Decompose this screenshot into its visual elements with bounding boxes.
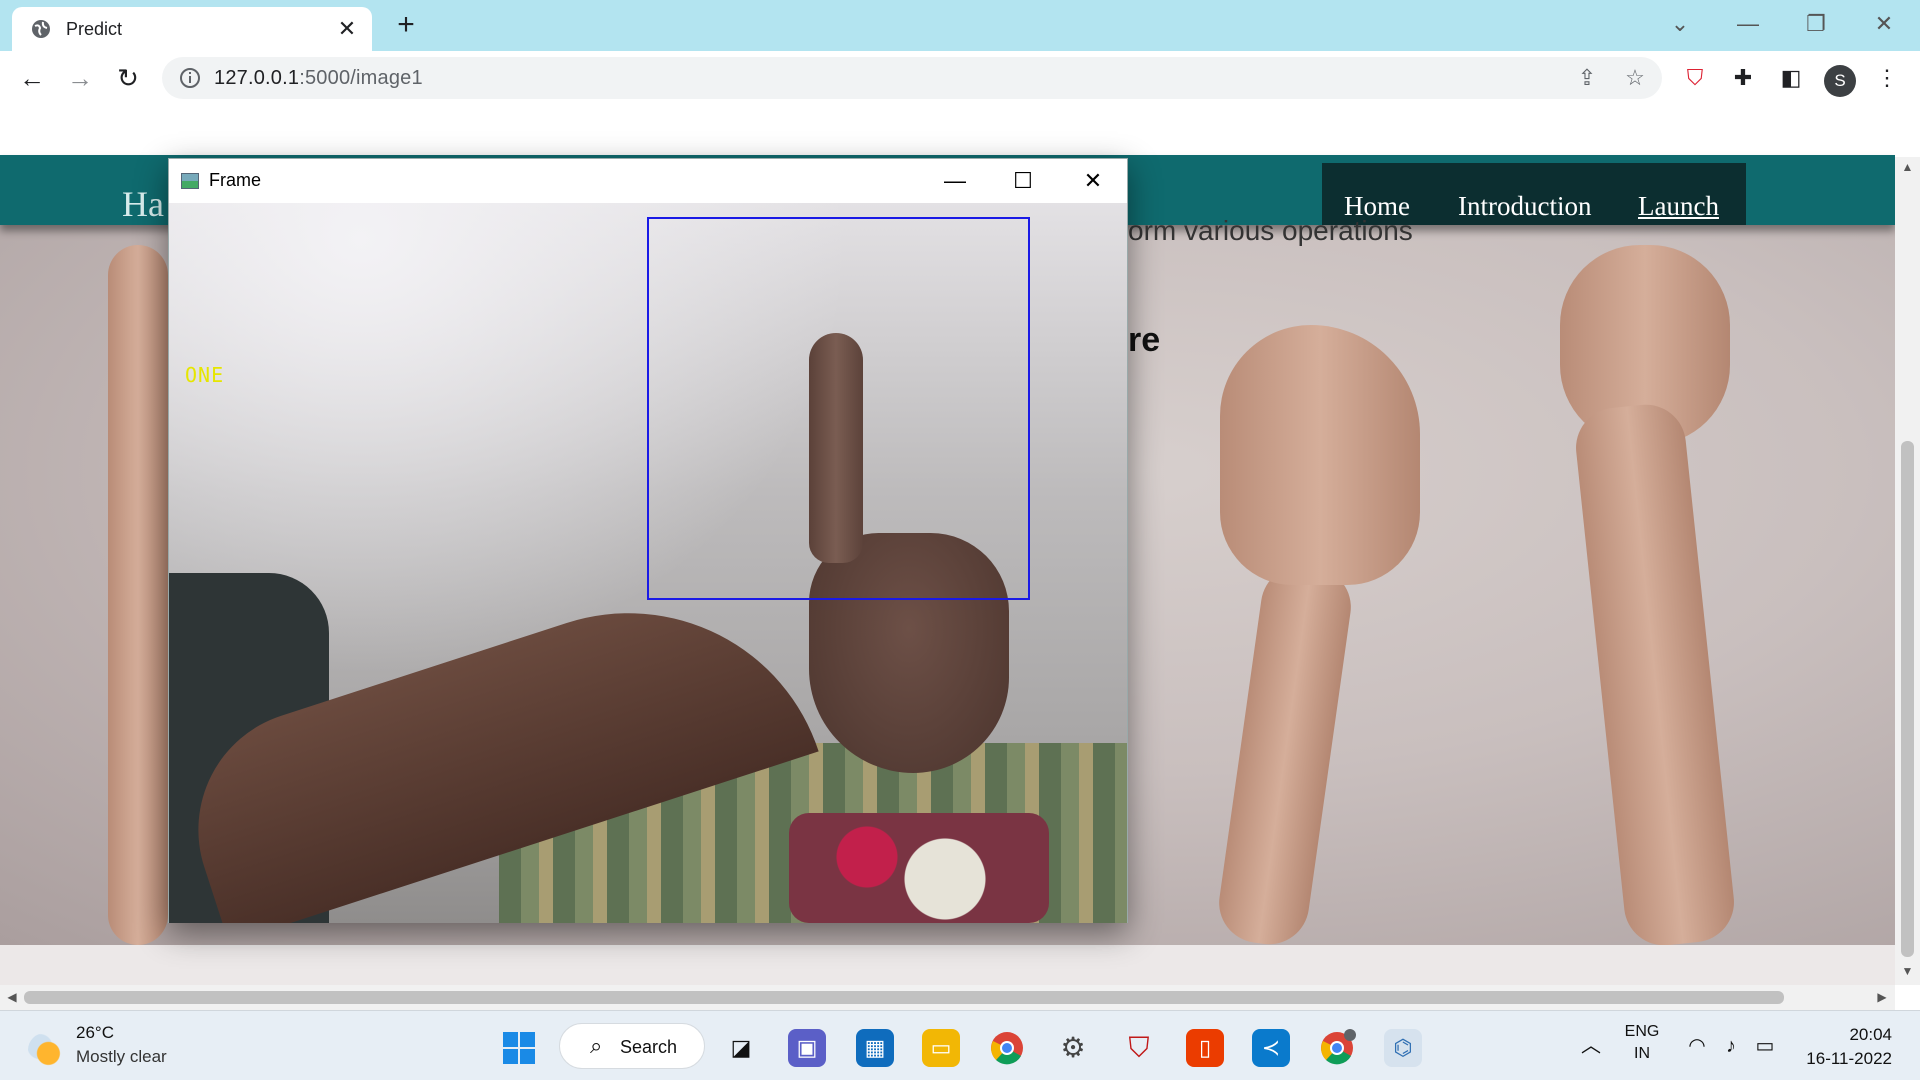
wifi-icon[interactable]: ◠	[1684, 1033, 1710, 1059]
volume-icon[interactable]: ♪	[1718, 1033, 1744, 1059]
browser-tab[interactable]: Predict ✕	[12, 7, 372, 51]
globe-icon	[32, 20, 50, 38]
tab-search-chevron-icon[interactable]: ⌄	[1652, 6, 1708, 42]
task-view-icon[interactable]: ◪	[722, 1029, 760, 1067]
reload-icon[interactable]: ↻	[112, 62, 144, 94]
frame-maximize-icon[interactable]: ☐	[989, 159, 1057, 203]
chrome-profile-icon[interactable]	[1318, 1029, 1356, 1067]
search-label: Search	[620, 1037, 678, 1057]
show-hidden-icons-chevron-icon[interactable]: ︿	[1578, 1033, 1604, 1059]
side-panel-icon[interactable]: ◧	[1776, 63, 1806, 93]
close-window-icon[interactable]: ✕	[1856, 6, 1912, 42]
office-icon[interactable]: ▯	[1186, 1029, 1224, 1067]
frame-minimize-icon[interactable]: —	[921, 159, 989, 203]
settings-gear-icon[interactable]: ⚙	[1054, 1029, 1092, 1067]
page-description-text: orm various operations	[1128, 215, 1413, 246]
profile-avatar[interactable]: S	[1824, 65, 1856, 97]
search-icon: ⌕	[590, 1033, 603, 1058]
frame-window[interactable]: Frame — ☐ ✕ ONE	[168, 158, 1128, 923]
scroll-left-arrow-icon[interactable]: ◀	[2, 985, 22, 1010]
site-title: Ha	[122, 184, 164, 224]
prediction-label: ONE	[185, 363, 225, 387]
weather-temperature[interactable]: 26°C	[76, 1023, 114, 1043]
roi-bounding-box	[647, 217, 1030, 600]
vertical-scrollbar[interactable]: ▲ ▼	[1895, 157, 1920, 985]
url-host: 127.0.0.1	[214, 67, 300, 89]
scroll-up-arrow-icon[interactable]: ▲	[1895, 157, 1920, 177]
tab-close-icon[interactable]: ✕	[334, 16, 360, 42]
page-footer-strip	[0, 945, 1895, 985]
bookmark-star-icon[interactable]: ☆	[1622, 65, 1648, 91]
nav-link-launch[interactable]: Launch	[1638, 191, 1719, 222]
tab-title: Predict	[66, 19, 123, 39]
puzzle-extensions-icon[interactable]: ✚	[1728, 63, 1758, 93]
vertical-scroll-thumb[interactable]	[1901, 441, 1914, 957]
back-arrow-icon[interactable]: ←	[16, 62, 48, 94]
teams-chat-icon[interactable]: ▣	[788, 1029, 826, 1067]
browser-toolbar: ← → ↻ 127.0.0.1:5000/image1 ⇪ ☆ ⛉ ✚ ◧ S …	[0, 51, 1920, 105]
minimize-icon[interactable]: —	[1720, 6, 1776, 42]
new-tab-plus-icon[interactable]: +	[390, 10, 422, 42]
background-hand-ok	[1220, 325, 1420, 585]
clock-time: 20:04	[1849, 1025, 1892, 1044]
language-line1[interactable]: ENG	[1620, 1023, 1664, 1041]
horizontal-scroll-thumb[interactable]	[24, 991, 1784, 1004]
scroll-right-arrow-icon[interactable]: ▶	[1872, 985, 1892, 1010]
nav-link-introduction[interactable]: Introduction	[1458, 191, 1591, 222]
mcafee-shield-icon[interactable]: ⛉	[1120, 1029, 1158, 1067]
taskbar: 26°C Mostly clear ⌕ Search ◪ ▣ ▦ ▭ ⚙ ⛉ ▯…	[0, 1010, 1920, 1080]
weather-partly-clear-icon[interactable]	[28, 1033, 62, 1067]
address-bar[interactable]: 127.0.0.1:5000/image1 ⇪ ☆	[162, 57, 1662, 99]
camera-pillow	[789, 813, 1049, 923]
url-text[interactable]: 127.0.0.1:5000/image1	[214, 67, 423, 90]
microsoft-store-icon[interactable]: ▦	[856, 1029, 894, 1067]
frame-title: Frame	[209, 170, 262, 190]
chrome-icon[interactable]	[988, 1029, 1026, 1067]
clock-date: 16-11-2022	[1806, 1049, 1892, 1068]
frame-close-icon[interactable]: ✕	[1059, 159, 1127, 203]
windows-start-icon[interactable]	[500, 1029, 538, 1067]
python-icon[interactable]: ⌬	[1384, 1029, 1422, 1067]
file-explorer-icon[interactable]: ▭	[922, 1029, 960, 1067]
extension-pocket-icon[interactable]: ⛉	[1680, 63, 1710, 93]
frame-app-icon	[181, 173, 199, 189]
restore-icon[interactable]: ❐	[1788, 6, 1844, 42]
camera-feed: ONE	[169, 203, 1127, 923]
taskbar-search[interactable]: ⌕ Search	[559, 1023, 705, 1069]
weather-description[interactable]: Mostly clear	[76, 1047, 167, 1067]
page-heading-text: re	[1128, 321, 1161, 359]
share-icon[interactable]: ⇪	[1574, 65, 1600, 91]
kebab-menu-icon[interactable]: ⋮	[1872, 63, 1902, 93]
system-clock[interactable]: 20:04 16-11-2022	[1782, 1023, 1892, 1071]
vscode-icon[interactable]: ≺	[1252, 1029, 1290, 1067]
scroll-down-arrow-icon[interactable]: ▼	[1895, 961, 1920, 981]
language-line2[interactable]: IN	[1620, 1045, 1664, 1063]
battery-charging-icon[interactable]: ▭	[1752, 1033, 1778, 1059]
url-path: :5000/image1	[299, 67, 423, 89]
horizontal-scrollbar[interactable]: ◀ ▶	[0, 985, 1895, 1010]
forward-arrow-icon[interactable]: →	[64, 62, 96, 94]
background-hand-left	[108, 245, 168, 945]
info-icon[interactable]	[178, 66, 202, 90]
tab-strip: Predict ✕ + ⌄ — ❐ ✕	[0, 0, 1920, 51]
frame-titlebar[interactable]: Frame — ☐ ✕	[169, 159, 1127, 203]
